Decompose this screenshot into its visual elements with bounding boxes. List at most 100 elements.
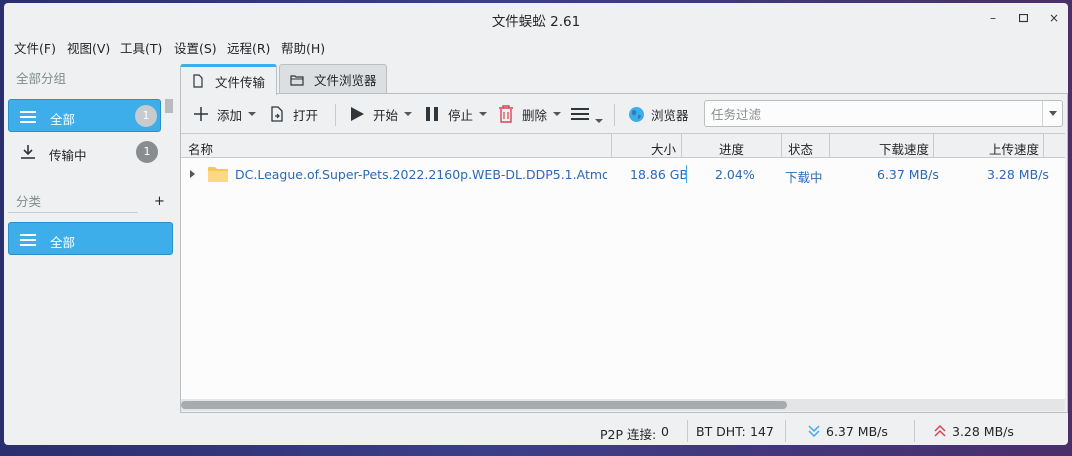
pause-icon — [426, 107, 438, 121]
panel-splitter[interactable] — [165, 99, 173, 113]
column-divider — [681, 134, 682, 158]
column-header-size[interactable]: 大小 — [651, 139, 676, 158]
add-category-button[interactable]: + — [154, 194, 165, 209]
column-header-status[interactable]: 状态 — [788, 139, 813, 158]
toolbar-divider — [335, 104, 336, 126]
menu-icon — [20, 108, 38, 124]
add-button[interactable]: 添加 — [193, 102, 257, 126]
open-label: 打开 — [293, 107, 319, 123]
menu-tools[interactable]: 工具(T) — [120, 38, 162, 57]
start-label: 开始 — [373, 107, 399, 123]
menu-settings[interactable]: 设置(S) — [174, 38, 217, 57]
transfer-table: 名称 大小 进度 状态 下载速度 上传速度 DC.League.of.Super… — [181, 133, 1065, 399]
download-speed-icon — [808, 425, 820, 437]
total-download-speed: 6.37 MB/s — [826, 424, 888, 439]
title-bar: 文件蜈蚣 2.61 – × — [4, 3, 1068, 33]
plus-icon — [194, 107, 208, 121]
upload-speed-icon — [934, 425, 946, 437]
minimize-button[interactable]: – — [982, 9, 1004, 27]
open-button[interactable]: 打开 — [269, 102, 318, 126]
table-header: 名称 大小 进度 状态 下载速度 上传速度 — [181, 133, 1065, 158]
task-upload-speed: 3.28 MB/s — [987, 167, 1049, 182]
menu-view[interactable]: 视图(V) — [67, 38, 110, 57]
download-icon — [21, 145, 35, 159]
maximize-icon — [1018, 13, 1028, 22]
sidebar-item-label: 全部 — [50, 112, 76, 127]
menu-icon — [571, 105, 589, 123]
chevron-down-icon — [479, 112, 488, 116]
count-badge: 1 — [136, 141, 158, 163]
delete-button[interactable]: 删除 — [498, 102, 562, 126]
task-status: 下载中 — [785, 170, 823, 185]
start-button[interactable]: 开始 — [349, 102, 413, 126]
open-file-icon — [271, 106, 283, 122]
sidebar-item-all[interactable]: 全部 1 — [8, 99, 161, 132]
sidebar-item-transferring[interactable]: 传输中 1 — [8, 136, 161, 169]
status-divider — [687, 420, 688, 442]
tab-file-browser[interactable]: 文件浏览器 — [279, 64, 387, 94]
status-bar: P2P 连接: 0 BT DHT: 147 6.37 MB/s 3.28 MB/… — [4, 417, 1068, 445]
chevron-down-icon — [248, 112, 257, 116]
folder-icon — [290, 74, 304, 86]
task-name: DC.League.of.Super-Pets.2022.2160p.WEB-D… — [235, 167, 607, 182]
browser-button[interactable]: 浏览器 — [628, 102, 689, 126]
play-icon — [351, 107, 364, 121]
filter-dropdown-button[interactable] — [1042, 101, 1062, 126]
stop-label: 停止 — [448, 107, 474, 123]
add-label: 添加 — [217, 107, 243, 123]
menu-remote[interactable]: 远程(R) — [227, 38, 270, 57]
column-header-download-speed[interactable]: 下载速度 — [879, 139, 929, 158]
document-icon — [193, 74, 203, 88]
column-header-progress[interactable]: 进度 — [719, 139, 744, 158]
column-header-upload-speed[interactable]: 上传速度 — [989, 139, 1039, 158]
scrollbar-thumb[interactable] — [181, 401, 787, 409]
horizontal-scrollbar[interactable] — [181, 399, 1065, 411]
chevron-down-icon — [1048, 111, 1057, 116]
tab-label: 文件浏览器 — [314, 73, 377, 88]
groups-label: 全部分组 — [16, 71, 67, 86]
task-download-speed: 6.37 MB/s — [877, 167, 939, 182]
task-size: 18.86 GB — [630, 167, 689, 182]
task-progress: 2.04% — [715, 167, 755, 182]
folder-icon — [208, 167, 228, 182]
status-divider — [914, 420, 915, 442]
toolbar-divider — [614, 104, 615, 126]
window-title: 文件蜈蚣 2.61 — [491, 14, 581, 30]
menu-icon — [20, 231, 38, 247]
dht-label: BT DHT: — [696, 424, 746, 439]
menu-help[interactable]: 帮助(H) — [281, 38, 325, 57]
browser-label: 浏览器 — [651, 107, 689, 123]
dht-count: 147 — [750, 424, 774, 439]
progress-bar — [686, 165, 687, 183]
sidebar-item-label: 传输中 — [49, 148, 87, 163]
app-window: 文件蜈蚣 2.61 – × 文件(F) 视图(V) 工具(T) 设置(S) 远程… — [4, 3, 1068, 445]
menu-file[interactable]: 文件(F) — [14, 38, 56, 57]
expand-arrow-icon[interactable] — [190, 170, 195, 178]
count-badge: 1 — [135, 105, 157, 127]
sidebar-item-category-all[interactable]: 全部 — [8, 222, 173, 255]
sidebar-item-label: 全部 — [50, 235, 76, 250]
divider — [8, 212, 138, 213]
p2p-count: 0 — [661, 424, 669, 439]
tab-file-transfer[interactable]: 文件传输 — [180, 64, 277, 95]
menu-bar: 文件(F) 视图(V) 工具(T) 设置(S) 远程(R) 帮助(H) — [4, 36, 1068, 56]
total-upload-speed: 3.28 MB/s — [952, 424, 1014, 439]
delete-label: 删除 — [522, 107, 548, 123]
status-divider — [785, 420, 786, 442]
column-divider — [1043, 134, 1044, 158]
maximize-button[interactable] — [1012, 9, 1034, 27]
close-button[interactable]: × — [1043, 9, 1065, 27]
tab-label: 文件传输 — [215, 74, 266, 90]
categories-label: 分类 — [16, 194, 42, 209]
trash-icon — [499, 105, 513, 123]
more-menu-button[interactable] — [571, 102, 603, 126]
task-filter-input[interactable] — [711, 105, 1041, 123]
table-row[interactable]: DC.League.of.Super-Pets.2022.2160p.WEB-D… — [181, 162, 1065, 188]
task-filter[interactable] — [704, 100, 1063, 127]
column-header-name[interactable]: 名称 — [188, 139, 213, 158]
column-divider — [781, 134, 782, 158]
globe-icon — [629, 106, 644, 122]
chevron-down-icon — [595, 119, 603, 123]
stop-button[interactable]: 停止 — [424, 102, 488, 126]
column-divider — [611, 134, 612, 158]
